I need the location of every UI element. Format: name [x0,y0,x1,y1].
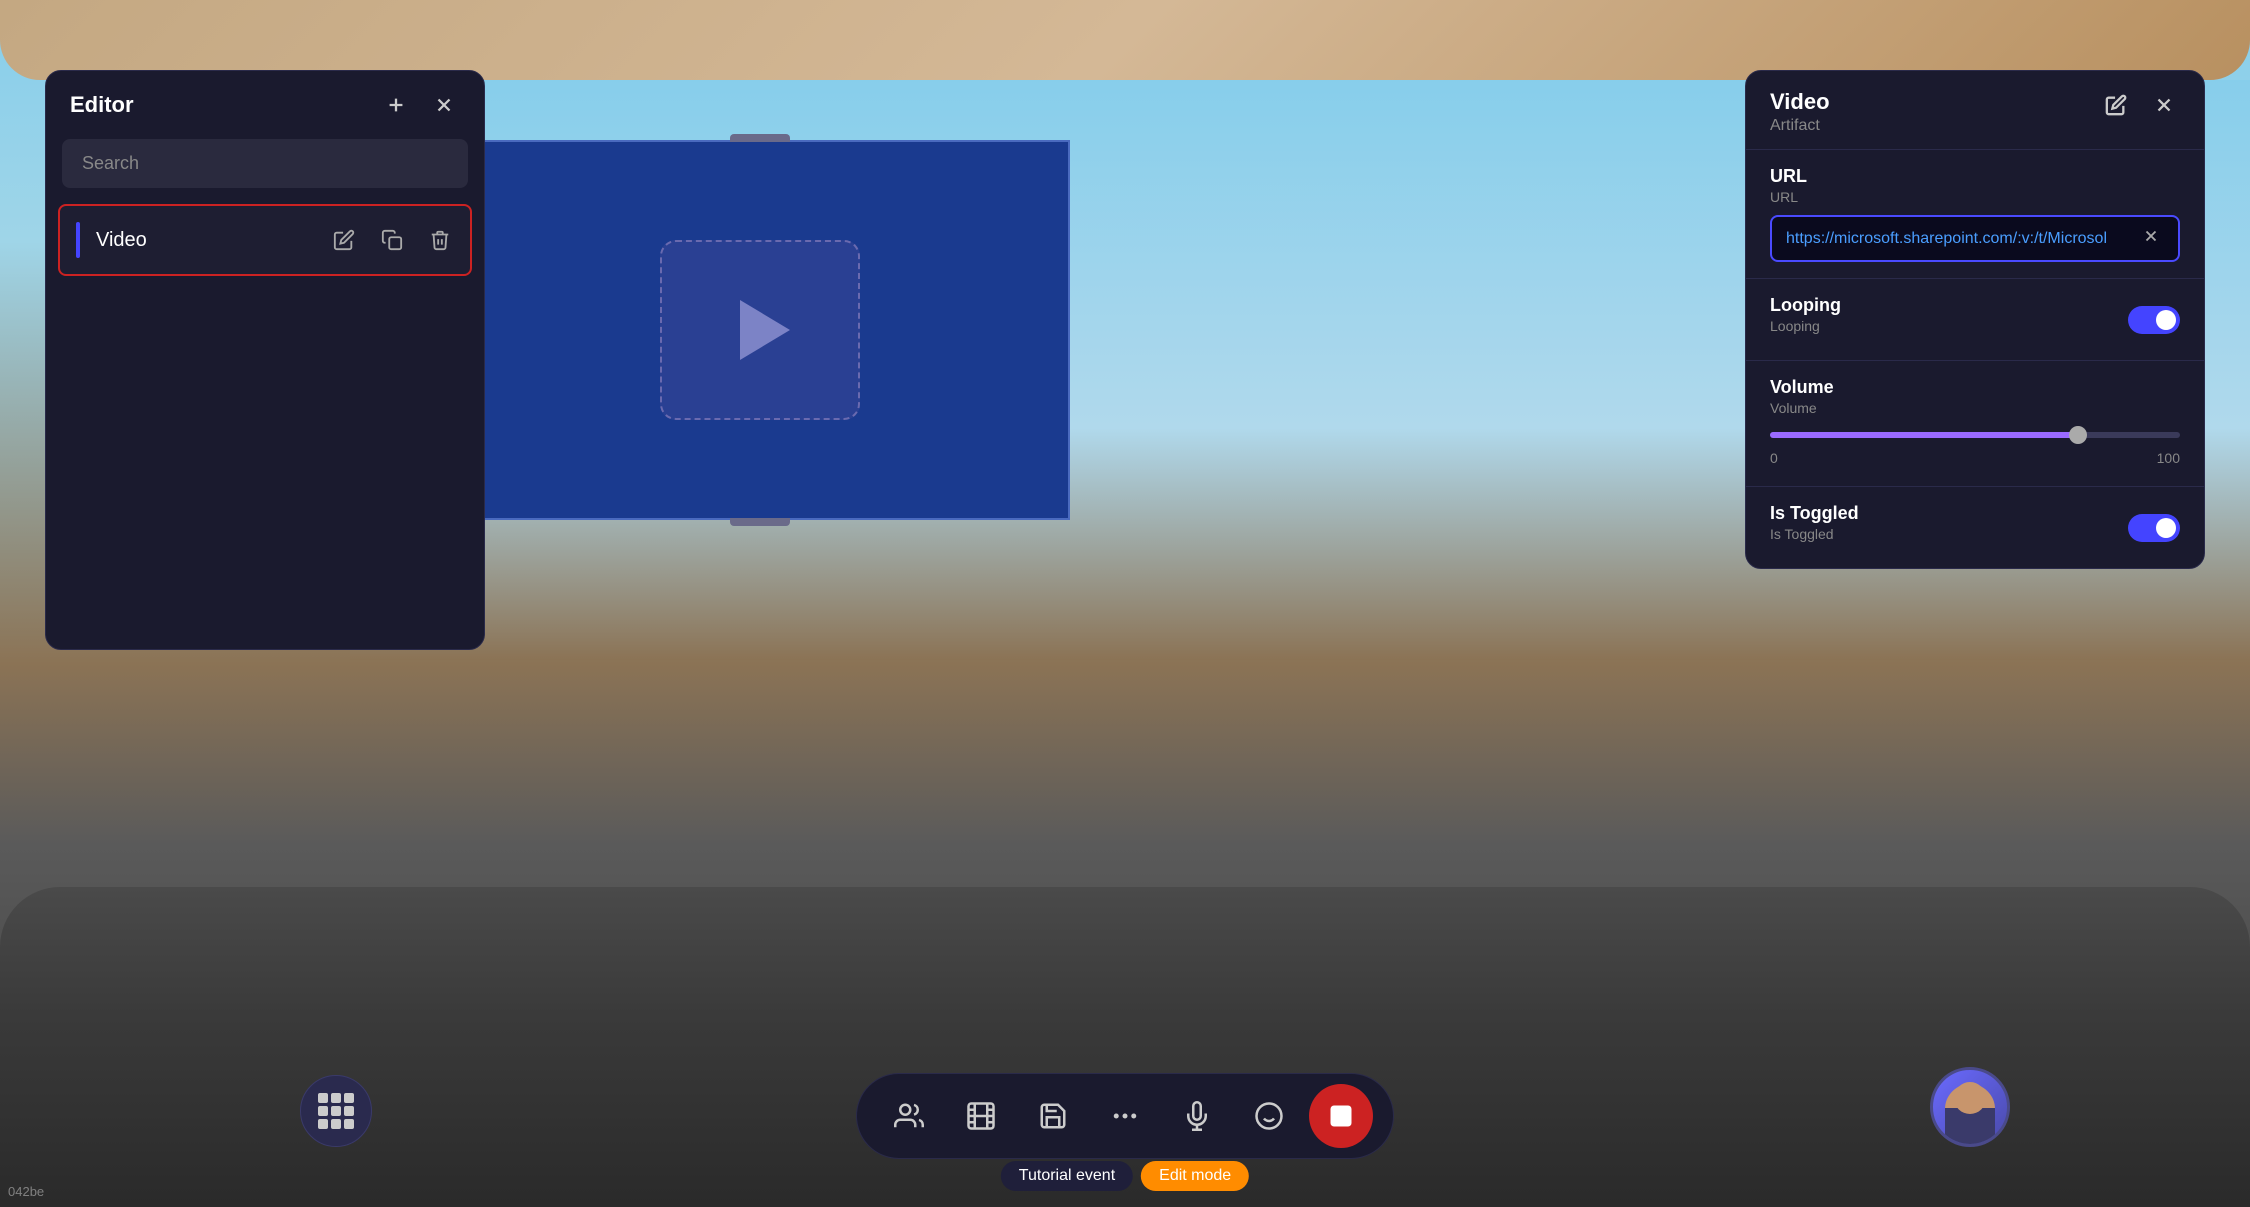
edit-artifact-button[interactable] [2100,89,2132,121]
artifact-subtitle: Artifact [1770,117,1830,135]
list-item[interactable]: Video [58,204,472,276]
url-clear-button[interactable] [2138,227,2164,250]
volume-label: Volume [1770,377,2180,398]
toggled-row: Is Toggled Is Toggled [1770,503,2180,552]
volume-sublabel: Volume [1770,400,2180,416]
save-button[interactable] [1021,1084,1085,1148]
editor-header: Editor [46,71,484,139]
film-button[interactable] [949,1084,1013,1148]
toggled-section: Is Toggled Is Toggled [1746,487,2204,568]
items-list: Video [46,204,484,649]
close-artifact-button[interactable] [2148,89,2180,121]
artifact-title: Video [1770,89,1830,115]
add-button[interactable] [380,89,412,121]
mic-button[interactable] [1165,1084,1229,1148]
looping-sublabel: Looping [1770,318,1841,334]
bottom-toolbar [856,1073,1394,1159]
editor-panel: Editor Video [45,70,485,650]
volume-slider-thumb[interactable] [2069,426,2087,444]
close-editor-button[interactable] [428,89,460,121]
more-button[interactable] [1093,1084,1157,1148]
toggled-label: Is Toggled [1770,503,1859,524]
user-avatar[interactable] [1930,1067,2010,1147]
volume-slider-track[interactable] [1770,432,2180,438]
editor-title: Editor [70,92,134,118]
item-actions [330,226,454,254]
event-badge: Tutorial event [1001,1161,1133,1191]
toggled-toggle[interactable] [2128,514,2180,542]
item-name: Video [96,229,330,252]
delete-item-icon[interactable] [426,226,454,254]
looping-section: Looping Looping [1746,279,2204,361]
volume-max-label: 100 [2157,450,2180,466]
search-input[interactable] [62,139,468,188]
version-text: 042be [8,1184,44,1199]
artifact-title-block: Video Artifact [1770,89,1830,135]
volume-slider-labels: 0 100 [1770,450,2180,466]
search-container [46,139,484,204]
url-input-container [1770,215,2180,262]
url-sublabel: URL [1770,189,2180,205]
item-indicator [76,222,80,258]
play-icon [740,300,790,360]
video-play-area [660,240,860,420]
floor [0,887,2250,1207]
artifact-header: Video Artifact [1746,71,2204,149]
volume-section: Volume Volume 0 100 [1746,361,2204,487]
video-screen [450,140,1070,520]
artifact-header-actions [2100,89,2180,121]
looping-toggle[interactable] [2128,306,2180,334]
status-bar: Tutorial event Edit mode [1001,1161,1249,1191]
url-section: URL URL [1746,150,2204,279]
emoji-button[interactable] [1237,1084,1301,1148]
avatar-head [1954,1082,1986,1114]
record-button[interactable] [1309,1084,1373,1148]
toggled-labels: Is Toggled Is Toggled [1770,503,1859,552]
edit-item-icon[interactable] [330,226,358,254]
artifact-panel: Video Artifact URL URL [1745,70,2205,569]
people-button[interactable] [877,1084,941,1148]
looping-labels: Looping Looping [1770,295,1841,344]
ceiling [0,0,2250,80]
grid-icon [318,1093,354,1129]
volume-min-label: 0 [1770,450,1778,466]
toggled-sublabel: Is Toggled [1770,526,1859,542]
copy-item-icon[interactable] [378,226,406,254]
editor-header-actions [380,89,460,121]
url-label: URL [1770,166,2180,187]
looping-label: Looping [1770,295,1841,316]
mode-badge[interactable]: Edit mode [1141,1161,1249,1191]
url-input[interactable] [1786,230,2130,248]
volume-slider-fill [1770,432,2078,438]
grid-button[interactable] [300,1075,372,1147]
volume-slider-container: 0 100 [1770,432,2180,466]
looping-row: Looping Looping [1770,295,2180,344]
